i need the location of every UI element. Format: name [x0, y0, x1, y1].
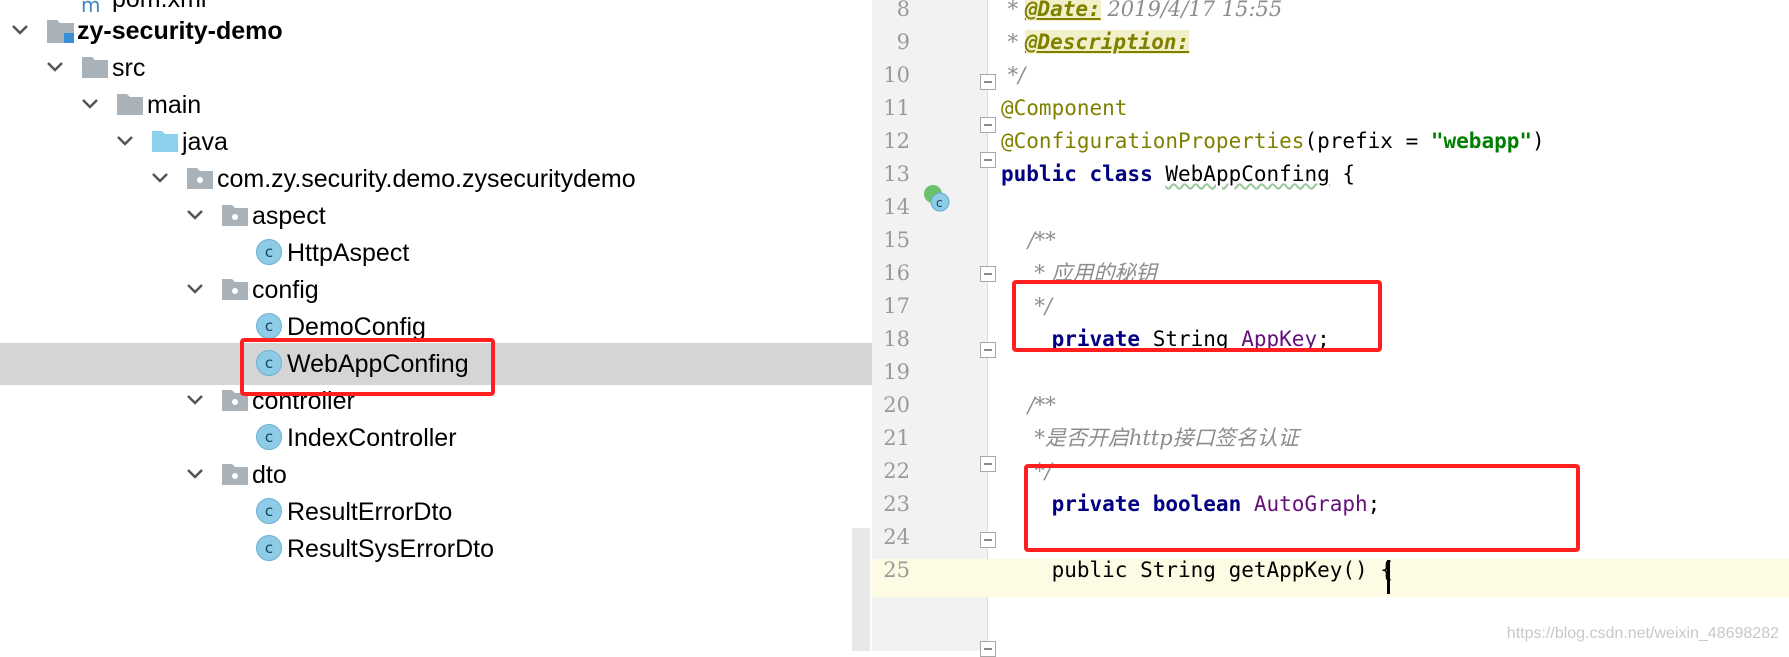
tree-item-class[interactable]: c IndexController — [0, 417, 872, 459]
tree-item-package[interactable]: com.zy.security.demo.zysecuritydemo — [0, 158, 872, 200]
fold-marker-icon[interactable] — [980, 342, 996, 358]
tree-item-package[interactable]: dto — [0, 454, 872, 496]
chevron-down-icon[interactable] — [9, 19, 31, 41]
code-line-18: private String AppKey; — [1001, 327, 1330, 351]
class-icon: c — [256, 535, 282, 561]
tree-item-label: IndexController — [287, 424, 457, 452]
tree-item-label: ResultErrorDto — [287, 498, 453, 526]
folder-icon — [81, 54, 109, 85]
tree-item-class[interactable]: c ResultSysErrorDto — [0, 528, 872, 570]
chevron-down-icon[interactable] — [184, 389, 206, 411]
folder-icon — [116, 91, 144, 122]
class-icon: c — [256, 350, 282, 376]
tree-item-label: DemoConfig — [287, 313, 426, 341]
package-icon — [221, 276, 249, 307]
class-icon: c — [256, 498, 282, 524]
chevron-down-icon[interactable] — [184, 204, 206, 226]
chevron-down-icon[interactable] — [184, 463, 206, 485]
watermark: https://blog.csdn.net/weixin_48698282 — [1506, 625, 1779, 642]
tree-item-class[interactable]: c DemoConfig — [0, 306, 872, 348]
tree-item-label: aspect — [252, 202, 326, 230]
chevron-down-icon[interactable] — [44, 56, 66, 78]
tree-item-label: zy-security-demo — [77, 17, 283, 45]
line-number: 25 — [883, 558, 910, 582]
fold-marker-icon[interactable] — [980, 152, 996, 168]
chevron-down-icon[interactable] — [114, 130, 136, 152]
module-folder-icon — [46, 17, 76, 50]
tree-item-label: java — [182, 128, 228, 156]
spring-bean-icon[interactable]: c — [922, 183, 952, 213]
chevron-down-icon[interactable] — [79, 93, 101, 115]
tree-item-package[interactable]: config — [0, 269, 872, 311]
source-folder-icon — [151, 128, 179, 159]
package-icon — [221, 387, 249, 418]
code-line-9: * @Description: — [1001, 30, 1190, 54]
tree-item-label: ResultSysErrorDto — [287, 535, 494, 563]
tree-item-class[interactable]: c ResultErrorDto — [0, 491, 872, 533]
tree-item-package[interactable]: controller — [0, 380, 872, 422]
svg-text:c: c — [936, 196, 943, 210]
tree-item-source-folder[interactable]: java — [0, 121, 872, 163]
tree-scrollbar[interactable] — [852, 528, 870, 651]
project-tree-panel: m pom.xml zy-security-demo src main java — [0, 0, 872, 651]
code-line-13: public class WebAppConfing { — [1001, 162, 1356, 186]
code-line-23: private boolean AutoGraph; — [1001, 492, 1381, 516]
fold-marker-icon[interactable] — [980, 117, 996, 133]
tree-item-label: WebAppConfing — [287, 350, 469, 378]
code-line-25: public String getAppKey() { — [1001, 558, 1393, 582]
tree-item-label: main — [147, 91, 202, 119]
tree-item-class[interactable]: c HttpAspect — [0, 232, 872, 274]
tree-item-label: config — [252, 276, 319, 304]
tree-item-module[interactable]: zy-security-demo — [0, 10, 872, 52]
tree-item-package[interactable]: aspect — [0, 195, 872, 237]
package-icon — [186, 165, 214, 196]
fold-marker-icon[interactable] — [980, 266, 996, 282]
fold-marker-icon[interactable] — [980, 532, 996, 548]
tree-item-folder[interactable]: src — [0, 47, 872, 89]
tree-item-folder[interactable]: main — [0, 84, 872, 126]
class-icon: c — [256, 239, 282, 265]
tree-item-label: controller — [252, 387, 355, 415]
class-icon: c — [256, 313, 282, 339]
tree-item-label: dto — [252, 461, 287, 489]
fold-marker-icon[interactable] — [980, 456, 996, 472]
chevron-down-icon[interactable] — [184, 278, 206, 300]
chevron-down-icon[interactable] — [149, 167, 171, 189]
fold-marker-icon[interactable] — [980, 74, 996, 90]
package-icon — [221, 202, 249, 233]
fold-marker-icon[interactable] — [980, 641, 996, 657]
package-icon — [221, 461, 249, 492]
class-icon: c — [256, 424, 282, 450]
tree-item-label: HttpAspect — [287, 239, 410, 267]
tree-item-class-selected[interactable]: c WebAppConfing — [0, 343, 872, 385]
tree-item-label: com.zy.security.demo.zysecuritydemo — [217, 165, 636, 193]
tree-item-label: src — [112, 54, 146, 82]
